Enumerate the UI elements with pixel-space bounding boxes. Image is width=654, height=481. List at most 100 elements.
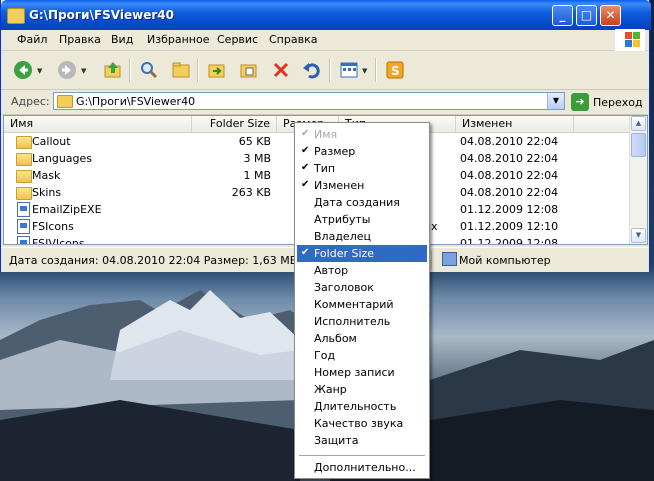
scroll-down-icon[interactable]: ▼: [631, 228, 646, 243]
folder-size: 65 KB: [238, 135, 271, 148]
menu-item-modified[interactable]: ✔ Изменен: [297, 177, 427, 194]
folders-button[interactable]: [171, 60, 191, 80]
menu-item-track-number[interactable]: Номер записи: [297, 364, 427, 381]
address-input[interactable]: G:\Проги\FSViewer40 ▼: [53, 92, 565, 110]
check-icon: ✔: [301, 145, 310, 156]
copy-to-icon: [240, 64, 257, 78]
file-name: FSIcons: [32, 220, 74, 233]
menu-item-owner[interactable]: Владелец: [297, 228, 427, 245]
toolbar-separator: [329, 58, 331, 82]
copy-to-button[interactable]: [239, 60, 259, 80]
modified-date: 01.12.2009 12:08: [460, 237, 559, 245]
menu-item-attributes[interactable]: Атрибуты: [297, 211, 427, 228]
move-to-button[interactable]: [207, 60, 227, 80]
forward-icon: [58, 61, 76, 79]
column-context-menu: ✔ Имя ✔ Размер ✔ Тип ✔ Изменен Дата создания…: [294, 122, 430, 479]
modified-date: 04.08.2010 22:04: [460, 152, 559, 165]
folder-icon: [16, 153, 32, 166]
vertical-scrollbar[interactable]: ▲ ▼: [629, 116, 647, 244]
toolbar-separator: [375, 58, 377, 82]
modified-date: 01.12.2009 12:10: [460, 220, 559, 233]
check-icon: ✔: [301, 247, 310, 258]
back-dropdown-icon[interactable]: ▼: [37, 67, 42, 75]
search-button[interactable]: [139, 60, 159, 80]
menu-item-type[interactable]: ✔ Тип: [297, 160, 427, 177]
forward-button[interactable]: [57, 60, 77, 80]
scroll-up-icon[interactable]: ▲: [631, 116, 646, 131]
address-label: Адрес:: [11, 95, 50, 108]
address-bar: Адрес: G:\Проги\FSViewer40 ▼ ➔ Переход: [1, 90, 649, 115]
folder-icon: [16, 170, 32, 183]
menu-file[interactable]: Файл: [17, 33, 47, 46]
window-title: G:\Проги\FSViewer40: [29, 8, 174, 22]
menu-item-name[interactable]: ✔ Имя: [297, 126, 427, 143]
views-icon: [340, 62, 358, 78]
windows-logo-icon: [615, 29, 645, 51]
toolbar-separator: [129, 58, 131, 82]
maximize-button[interactable]: □: [576, 5, 597, 26]
fsviewer-button[interactable]: S: [385, 60, 405, 80]
menu-item-size[interactable]: ✔ Размер: [297, 143, 427, 160]
scroll-thumb[interactable]: [631, 133, 646, 157]
status-location: Мой компьютер: [459, 254, 551, 267]
go-arrow-icon: ➔: [571, 93, 589, 111]
forward-dropdown-icon[interactable]: ▼: [81, 67, 86, 75]
folder-icon: [16, 136, 32, 149]
folder-up-icon: [104, 62, 121, 78]
file-name: EmailZipEXE: [32, 203, 102, 216]
menu-view[interactable]: Вид: [111, 33, 133, 46]
menu-favorites[interactable]: Избранное: [147, 33, 209, 46]
menu-item-genre[interactable]: Жанр: [297, 381, 427, 398]
menu-item-more[interactable]: Дополнительно...: [297, 459, 427, 476]
menu-item-album[interactable]: Альбом: [297, 330, 427, 347]
status-details: Дата создания: 04.08.2010 22:04 Размер: …: [9, 254, 298, 267]
chevron-down-icon[interactable]: ▼: [547, 93, 564, 109]
go-button[interactable]: ➔ Переход: [571, 93, 649, 111]
menu-item-protection[interactable]: Защита: [297, 432, 427, 449]
views-dropdown-icon[interactable]: ▼: [362, 67, 367, 75]
column-header-folder-size[interactable]: Folder Size: [192, 116, 277, 132]
minimize-button[interactable]: _: [552, 5, 573, 26]
menu-help[interactable]: Справка: [269, 33, 317, 46]
menu-item-duration[interactable]: Длительность: [297, 398, 427, 415]
file-type: x: [431, 220, 438, 233]
computer-icon: [442, 252, 457, 266]
menu-item-comment[interactable]: Комментарий: [297, 296, 427, 313]
delete-icon: [273, 62, 289, 78]
delete-button[interactable]: [271, 60, 291, 80]
folder-icon: [16, 187, 32, 200]
folders-icon: [172, 62, 190, 78]
toolbar: ▼ ▼ ▼ S: [1, 51, 649, 90]
menu-edit[interactable]: Правка: [59, 33, 101, 46]
menu-item-author[interactable]: Автор: [297, 262, 427, 279]
move-to-icon: [208, 64, 225, 78]
views-button[interactable]: [339, 60, 359, 80]
back-button[interactable]: [13, 60, 33, 80]
title-bar[interactable]: G:\Проги\FSViewer40 _ □ ✕: [1, 0, 651, 30]
column-header-modified[interactable]: Изменен: [456, 116, 574, 132]
menu-bar: Файл Правка Вид Избранное Сервис Справка: [1, 29, 649, 51]
menu-item-audio-quality[interactable]: Качество звука: [297, 415, 427, 432]
folder-size: 1 MB: [243, 169, 271, 182]
fsviewer-icon: S: [386, 61, 404, 79]
menu-item-title[interactable]: Заголовок: [297, 279, 427, 296]
menu-item-folder-size[interactable]: ✔ Folder Size: [297, 245, 427, 262]
menu-tools[interactable]: Сервис: [217, 33, 258, 46]
menu-item-created[interactable]: Дата создания: [297, 194, 427, 211]
search-icon: [141, 62, 158, 79]
up-button[interactable]: [103, 60, 123, 80]
close-button[interactable]: ✕: [600, 5, 621, 26]
file-name: Languages: [32, 152, 93, 165]
column-header-name[interactable]: Имя: [4, 116, 192, 132]
svg-text:S: S: [391, 64, 400, 78]
undo-button[interactable]: [301, 60, 321, 80]
exe-icon: [17, 202, 30, 217]
check-icon: ✔: [301, 128, 310, 139]
close-icon: ✕: [605, 8, 616, 22]
go-label: Переход: [593, 96, 643, 109]
folder-size: 3 MB: [243, 152, 271, 165]
menu-item-artist[interactable]: Исполнитель: [297, 313, 427, 330]
check-icon: ✔: [301, 162, 310, 173]
maximize-icon: □: [580, 8, 593, 22]
menu-item-year[interactable]: Год: [297, 347, 427, 364]
